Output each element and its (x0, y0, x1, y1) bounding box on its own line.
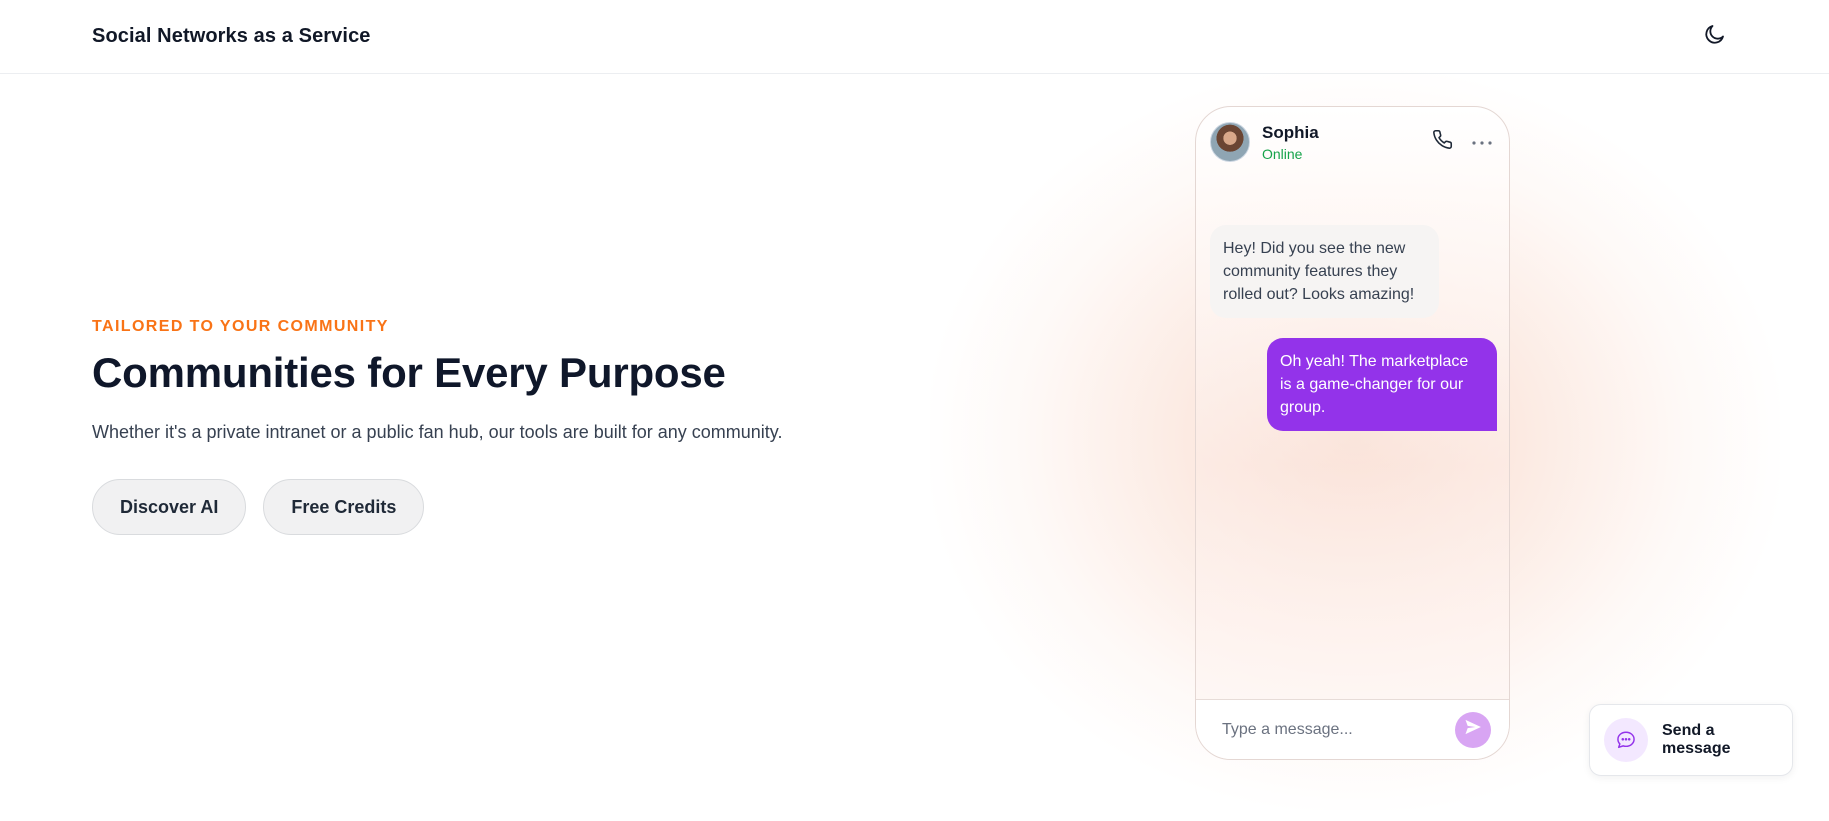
send-message-widget[interactable]: Send a message (1589, 704, 1793, 776)
send-message-label: Send a message (1662, 722, 1731, 757)
page: Social Networks as a Service TAILORED TO… (0, 0, 1829, 821)
hero-actions: Discover AI Free Credits (92, 479, 952, 536)
moon-icon (1703, 22, 1727, 51)
chat-header: Sophia Online (1196, 107, 1509, 177)
call-button[interactable] (1431, 129, 1453, 155)
more-icon (1471, 133, 1493, 151)
message-composer (1196, 699, 1509, 759)
hero-title: Communities for Every Purpose (92, 349, 726, 396)
theme-toggle-button[interactable] (1697, 19, 1733, 55)
outgoing-message: Oh yeah! The marketplace is a game-chang… (1267, 338, 1497, 431)
send-icon (1463, 717, 1483, 742)
contact-name: Sophia (1262, 122, 1319, 142)
chat-header-actions (1431, 129, 1493, 155)
hero-eyebrow: TAILORED TO YOUR COMMUNITY (92, 318, 389, 335)
contact-info: Sophia Online (1262, 123, 1319, 162)
incoming-message: Hey! Did you see the new community featu… (1210, 225, 1439, 318)
discover-ai-button[interactable]: Discover AI (92, 479, 247, 536)
brand-name[interactable]: Social Networks as a Service (92, 25, 371, 48)
message-input[interactable] (1222, 720, 1455, 739)
hero-subtitle: Whether it's a private intranet or a pub… (92, 422, 783, 443)
phone-mockup: Sophia Online Hey! Did you see the new c… (1195, 106, 1510, 760)
contact-status: Online (1262, 145, 1303, 162)
avatar (1210, 122, 1250, 162)
more-options-button[interactable] (1471, 131, 1493, 153)
phone-icon (1432, 129, 1453, 155)
hero-section: TAILORED TO YOUR COMMUNITY Communities f… (92, 318, 952, 536)
free-credits-button[interactable]: Free Credits (263, 479, 425, 536)
chat-bubble-icon (1604, 718, 1648, 762)
top-nav: Social Networks as a Service (0, 0, 1829, 74)
send-button[interactable] (1455, 711, 1491, 748)
